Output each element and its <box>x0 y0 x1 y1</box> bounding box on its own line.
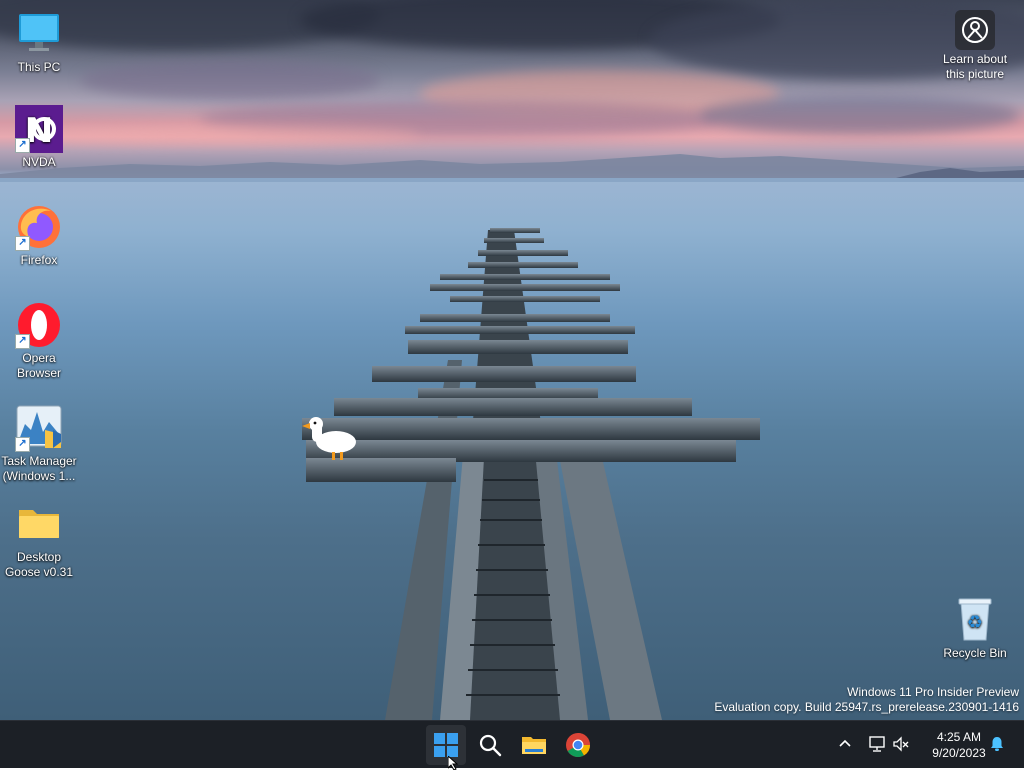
camera-icon <box>955 10 995 50</box>
desktop-icon-firefox[interactable]: ↗ Firefox <box>1 203 77 268</box>
volume-muted-icon <box>893 736 909 752</box>
desktop-icon-recycle-bin[interactable]: ♻ Recycle Bin <box>937 596 1013 661</box>
opera-icon: ↗ <box>15 301 63 349</box>
recycle-bin-icon: ♻ <box>951 596 999 644</box>
search-button[interactable] <box>470 725 510 765</box>
network-button[interactable] <box>866 733 888 755</box>
desktop-icon-label: Opera Browser <box>16 351 61 380</box>
desktop-icon-label: Recycle Bin <box>943 646 1007 660</box>
volume-button[interactable] <box>890 733 912 755</box>
watermark-line-2: Evaluation copy. Build 25947.rs_prerelea… <box>714 700 1019 714</box>
desktop-goose[interactable] <box>300 414 360 464</box>
desktop-icon-label: Desktop Goose v0.31 <box>4 550 74 579</box>
notification-button[interactable] <box>986 733 1008 755</box>
windows-watermark: Windows 11 Pro Insider Preview Evaluatio… <box>714 685 1019 715</box>
nvda-icon: N ↗ <box>15 105 63 153</box>
windows-start-icon <box>434 733 458 757</box>
desktop-icon-this-pc[interactable]: This PC <box>1 10 77 75</box>
desktop-icon-label: Firefox <box>20 253 58 267</box>
chrome-button[interactable] <box>558 725 598 765</box>
svg-text:♻: ♻ <box>967 612 983 633</box>
watermark-line-1: Windows 11 Pro Insider Preview <box>847 685 1019 699</box>
show-hidden-icons-button[interactable] <box>834 733 856 755</box>
learn-about-label: Learn about this picture <box>942 52 1008 81</box>
file-explorer-button[interactable] <box>514 725 554 765</box>
start-button[interactable] <box>426 725 466 765</box>
taskbar: 4:25 AM 9/20/2023 <box>0 720 1024 768</box>
desktop-icon-task-manager[interactable]: ↗ Task Manager (Windows 1... <box>1 404 77 484</box>
desktop-icon-label: Task Manager (Windows 1... <box>1 454 77 483</box>
shortcut-arrow-icon: ↗ <box>15 437 30 452</box>
notification-bell-icon <box>991 737 1003 751</box>
task-manager-icon: ↗ <box>15 404 63 452</box>
shortcut-arrow-icon: ↗ <box>15 236 30 251</box>
firefox-icon: ↗ <box>15 203 63 251</box>
chrome-icon <box>566 733 590 758</box>
learn-about-this-picture[interactable]: Learn about this picture <box>936 10 1014 82</box>
chevron-up-icon <box>839 739 851 747</box>
desktop-icon-desktop-goose[interactable]: Desktop Goose v0.31 <box>1 500 77 580</box>
shortcut-arrow-icon: ↗ <box>15 334 30 349</box>
desktop-icon-nvda[interactable]: N ↗ NVDA <box>1 105 77 170</box>
folder-icon <box>15 500 63 548</box>
shortcut-arrow-icon: ↗ <box>15 138 30 153</box>
desktop-wallpaper[interactable]: This PC N ↗ NVDA ↗ Firefox ↗ Opera Brows… <box>0 0 1024 720</box>
network-icon <box>869 736 885 752</box>
wallpaper-pier <box>302 228 760 720</box>
desktop-icon-opera[interactable]: ↗ Opera Browser <box>1 301 77 381</box>
search-icon <box>479 734 502 757</box>
desktop-icon-label: NVDA <box>22 155 56 169</box>
monitor-icon <box>15 10 63 58</box>
desktop-icon-label: This PC <box>17 60 61 74</box>
file-explorer-icon <box>522 737 546 754</box>
